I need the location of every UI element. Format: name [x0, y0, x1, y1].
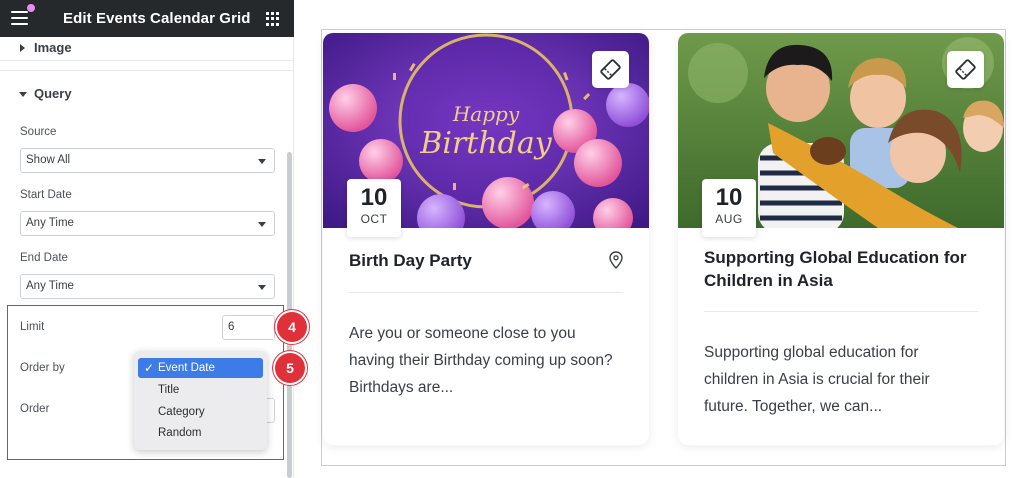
option-category[interactable]: Category: [138, 402, 263, 422]
limit-value: 6: [228, 321, 235, 333]
order-by-dropdown[interactable]: ✓ Event Date Title Category Random: [134, 351, 267, 450]
limit-input[interactable]: 6: [222, 315, 275, 340]
ticket-icon: [600, 59, 621, 80]
image-text-happy: Happy: [452, 102, 520, 126]
checkmark-icon: ✓: [144, 361, 155, 375]
divider: [0, 70, 294, 71]
section-query[interactable]: Query: [0, 83, 294, 107]
section-image-label: Image: [34, 40, 72, 55]
event-title[interactable]: Supporting Global Education for Children…: [704, 246, 984, 292]
option-label: Title: [158, 384, 180, 396]
step-badge-4: 4: [277, 312, 307, 342]
event-description: Supporting global education for children…: [704, 344, 930, 415]
order-label: Order: [20, 403, 50, 415]
option-label: Event Date: [158, 362, 215, 374]
section-query-label: Query: [34, 86, 72, 101]
source-select[interactable]: Show All: [20, 148, 275, 173]
option-random[interactable]: Random: [138, 423, 263, 443]
step-badge-5: 5: [275, 353, 305, 383]
location-pin-icon[interactable]: [609, 251, 623, 269]
event-title[interactable]: Birth Day Party: [349, 249, 472, 272]
end-date-value: Any Time: [26, 280, 74, 292]
panel-title: Edit Events Calendar Grid: [63, 10, 251, 27]
menu-icon[interactable]: [11, 11, 28, 25]
date-day: 10: [715, 184, 743, 211]
limit-label: Limit: [20, 321, 45, 333]
caret-right-icon: [20, 44, 25, 52]
widgets-grid-icon[interactable]: [266, 12, 280, 26]
source-value: Show All: [26, 154, 71, 166]
event-card[interactable]: Happy Birthday 10 OCT Birth Day Party Ar…: [323, 33, 649, 445]
ticket-icon: [955, 59, 976, 80]
start-date-label: Start Date: [20, 189, 72, 201]
caret-down-icon: [19, 92, 27, 97]
chevron-down-icon: [258, 222, 266, 227]
ticket-button[interactable]: [947, 51, 984, 88]
chevron-down-icon: [258, 285, 266, 290]
option-label: Random: [158, 427, 202, 439]
end-date-label: End Date: [20, 252, 68, 264]
section-image[interactable]: Image: [0, 37, 294, 61]
option-event-date[interactable]: ✓ Event Date: [138, 358, 263, 378]
date-month: AUG: [715, 212, 743, 226]
start-date-value: Any Time: [26, 217, 74, 229]
panel-header: Edit Events Calendar Grid: [0, 0, 294, 37]
end-date-select[interactable]: Any Time: [20, 274, 275, 299]
date-month: OCT: [360, 212, 388, 226]
source-label: Source: [20, 126, 57, 138]
date-badge: 10 AUG: [702, 179, 756, 237]
event-description: Are you or someone close to you having t…: [349, 325, 613, 396]
editor-panel: Edit Events Calendar Grid Image Query So…: [0, 0, 307, 478]
date-day: 10: [360, 184, 388, 211]
divider: [704, 311, 978, 312]
image-text-birthday: Birthday: [419, 126, 552, 161]
ticket-button[interactable]: [592, 51, 629, 88]
chevron-down-icon: [258, 159, 266, 164]
divider: [349, 292, 623, 293]
start-date-select[interactable]: Any Time: [20, 211, 275, 236]
notification-dot: [27, 4, 35, 12]
order-by-label: Order by: [20, 362, 65, 374]
event-card[interactable]: 10 AUG Supporting Global Education for C…: [678, 33, 1004, 445]
date-badge: 10 OCT: [347, 179, 401, 237]
option-title[interactable]: Title: [138, 380, 263, 400]
option-label: Category: [158, 406, 205, 418]
